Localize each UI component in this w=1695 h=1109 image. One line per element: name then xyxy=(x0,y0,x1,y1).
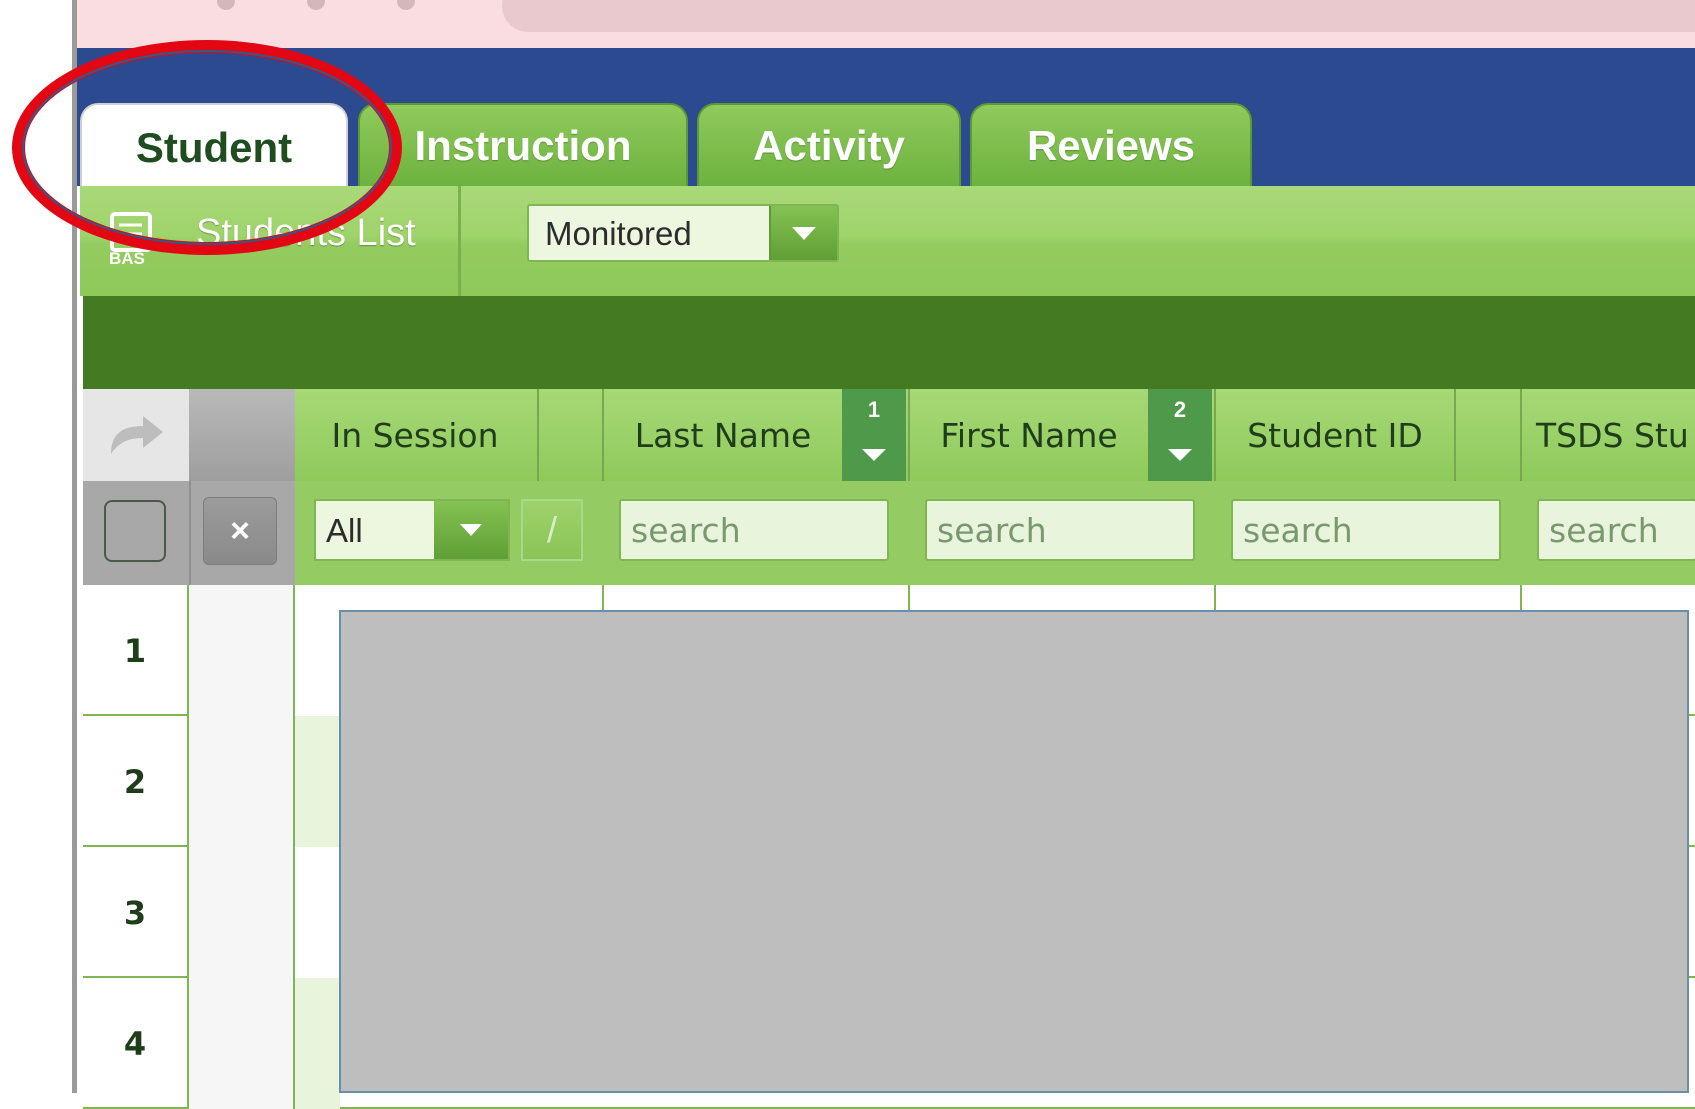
row-cell xyxy=(295,585,340,716)
redacted-area xyxy=(339,610,1689,1093)
chevron-down-icon[interactable] xyxy=(769,206,837,260)
highlight-circle-outline xyxy=(22,50,392,245)
select-all-checkbox[interactable] xyxy=(104,500,166,562)
last-name-search-input[interactable] xyxy=(619,499,889,561)
row-select-cell[interactable] xyxy=(189,716,295,847)
url-field[interactable] xyxy=(502,0,1695,32)
grid-header-select-col xyxy=(189,389,295,481)
sort-indicator-first-name[interactable]: 2 xyxy=(1148,389,1212,481)
row-cell xyxy=(295,716,340,847)
clear-filters-button[interactable]: × xyxy=(203,497,277,565)
sort-order-first-name: 2 xyxy=(1173,397,1187,422)
column-header-last-name[interactable]: Last Name xyxy=(604,389,842,481)
row-select-cell[interactable] xyxy=(189,978,295,1109)
tsds-search-input[interactable] xyxy=(1537,499,1695,561)
in-session-toggle-button[interactable]: / xyxy=(521,499,583,561)
students-list-icon-text: BAS xyxy=(109,249,145,266)
row-cell xyxy=(295,978,340,1109)
sort-indicator-last-name[interactable]: 1 xyxy=(842,389,906,481)
sort-down-icon xyxy=(862,449,886,461)
column-divider xyxy=(537,389,539,481)
column-divider xyxy=(1454,389,1456,481)
browser-address-bar xyxy=(77,0,1695,48)
browser-nav-buttons[interactable] xyxy=(217,0,457,10)
row-select-cell[interactable] xyxy=(189,847,295,978)
tab-instruction[interactable]: Instruction xyxy=(358,103,688,186)
student-filter-value: Monitored xyxy=(545,215,692,252)
toolbar-divider xyxy=(458,186,461,296)
sort-order-last-name: 1 xyxy=(867,397,881,422)
tab-activity[interactable]: Activity xyxy=(697,103,961,186)
in-session-filter-value: All xyxy=(326,512,363,549)
first-name-search-input[interactable] xyxy=(925,499,1195,561)
row-number: 1 xyxy=(83,585,189,716)
row-cell xyxy=(295,847,340,978)
row-number: 4 xyxy=(83,978,189,1109)
row-number: 3 xyxy=(83,847,189,978)
student-filter-select[interactable]: Monitored xyxy=(527,204,839,262)
column-header-first-name[interactable]: First Name xyxy=(910,389,1148,481)
column-header-tsds[interactable]: TSDS Stu xyxy=(1522,389,1695,481)
chevron-down-icon[interactable] xyxy=(434,501,508,559)
tab-reviews[interactable]: Reviews xyxy=(970,103,1252,186)
student-id-search-input[interactable] xyxy=(1231,499,1501,561)
row-select-cell[interactable] xyxy=(189,585,295,716)
row-number: 2 xyxy=(83,716,189,847)
grid-title-bar xyxy=(83,296,1695,389)
column-header-in-session[interactable]: In Session xyxy=(295,389,535,481)
redo-arrow-icon[interactable] xyxy=(103,410,169,462)
sort-down-icon xyxy=(1168,449,1192,461)
column-header-student-id[interactable]: Student ID xyxy=(1216,389,1454,481)
in-session-filter[interactable]: All xyxy=(314,499,510,561)
